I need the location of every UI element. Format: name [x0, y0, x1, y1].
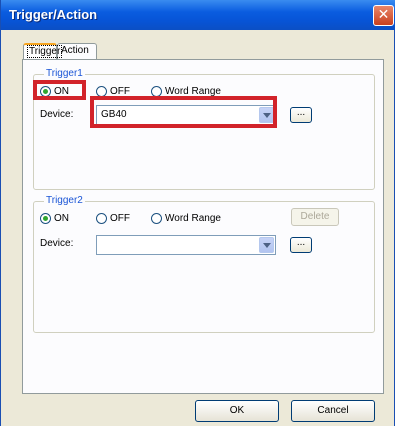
trigger1-radio-off[interactable]: OFF: [96, 84, 130, 98]
window-title: Trigger/Action: [9, 7, 98, 22]
trigger2-browse-label: ...: [296, 237, 306, 248]
trigger2-device-label: Device:: [40, 238, 74, 249]
radio-unchecked-icon: [96, 85, 107, 97]
dialog-window: Trigger/Action ✕ Trigger Action Trigger1…: [0, 0, 395, 426]
trigger1-device-value: GB40: [101, 109, 127, 120]
chevron-down-icon[interactable]: [259, 107, 274, 123]
close-button[interactable]: ✕: [373, 5, 394, 26]
trigger2-radio-on-label: ON: [54, 212, 69, 224]
ok-button-label: OK: [229, 405, 245, 416]
radio-checked-icon: [40, 212, 51, 224]
trigger1-browse-button[interactable]: ...: [290, 107, 312, 123]
cancel-button-label: Cancel: [317, 405, 349, 416]
trigger-tab-panel: Trigger1 ON OFF Word Range Device: GB40 …: [22, 59, 384, 394]
tab-action[interactable]: Action: [57, 43, 97, 59]
trigger2-radio-off-label: OFF: [110, 212, 130, 224]
chevron-down-icon[interactable]: [259, 237, 274, 253]
trigger1-radio-on-label: ON: [54, 85, 69, 97]
cancel-button[interactable]: Cancel: [291, 400, 375, 422]
trigger2-group: Trigger2 ON OFF Word Range Delete Device…: [33, 195, 375, 333]
radio-unchecked-icon: [151, 85, 162, 97]
title-bar[interactable]: Trigger/Action ✕: [1, 0, 395, 30]
trigger2-delete-label: Delete: [300, 211, 330, 222]
trigger1-device-combo[interactable]: GB40: [96, 105, 276, 125]
tab-trigger-label: Trigger: [27, 45, 63, 58]
trigger2-browse-button[interactable]: ...: [290, 237, 312, 253]
trigger2-radio-word-range-label: Word Range: [165, 212, 221, 224]
tab-trigger[interactable]: Trigger: [23, 43, 63, 59]
radio-unchecked-icon: [96, 212, 107, 224]
trigger1-radio-word-range[interactable]: Word Range: [151, 84, 221, 98]
trigger1-radio-on[interactable]: ON: [40, 84, 69, 98]
tab-action-label: Action: [61, 45, 89, 56]
trigger2-title: Trigger2: [44, 195, 85, 206]
radio-checked-icon: [40, 85, 51, 97]
trigger1-radio-off-label: OFF: [110, 85, 130, 97]
close-icon: ✕: [377, 7, 390, 23]
trigger2-delete-button[interactable]: Delete: [291, 208, 339, 226]
trigger2-radio-word-range[interactable]: Word Range: [151, 211, 221, 225]
trigger1-device-label: Device:: [40, 109, 74, 120]
radio-unchecked-icon: [151, 212, 162, 224]
trigger1-radio-word-range-label: Word Range: [165, 85, 221, 97]
ok-button[interactable]: OK: [195, 400, 279, 422]
trigger2-device-combo[interactable]: [96, 235, 276, 255]
trigger2-radio-off[interactable]: OFF: [96, 211, 130, 225]
trigger2-radio-on[interactable]: ON: [40, 211, 69, 225]
trigger1-browse-label: ...: [296, 107, 306, 118]
trigger1-title: Trigger1: [44, 68, 85, 79]
trigger1-group: Trigger1 ON OFF Word Range Device: GB40 …: [33, 68, 375, 190]
